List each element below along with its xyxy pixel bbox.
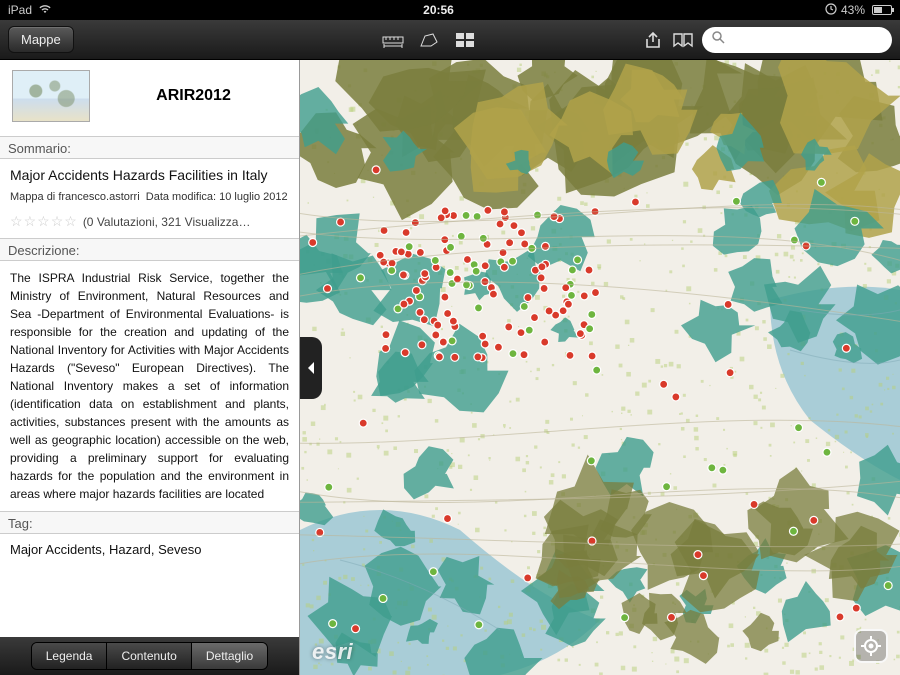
tag-label: Tag: [0,511,299,534]
maps-button[interactable]: Mappe [8,26,74,53]
rating-row: ☆☆☆☆☆ (0 Valutazioni, 321 Visualizza… [10,213,289,230]
measure-area-icon[interactable] [418,31,440,49]
tags-text: Major Accidents, Hazard, Seveso [10,542,289,557]
sidebar-collapse-handle[interactable] [300,337,322,399]
map-subtitle: Major Accidents Hazards Facilities in It… [10,167,289,183]
toolbar: Mappe [0,20,900,60]
detail-tabs: Legenda Contenuto Dettaglio [31,642,268,670]
locate-button[interactable] [854,629,888,663]
esri-attribution: esri [312,639,353,665]
map-view[interactable]: esri [300,60,900,675]
map-thumbnail [12,70,90,122]
summary-label: Sommario: [0,136,299,159]
map-meta: Mappa di francesco.astorri Data modifica… [10,191,289,203]
map-title: ARIR2012 [100,87,287,105]
measure-length-icon[interactable] [382,31,404,49]
share-icon[interactable] [642,31,664,49]
tab-content[interactable]: Contenuto [107,643,191,669]
device-label: iPad [8,3,32,17]
description-label: Descrizione: [0,238,299,261]
sidebar-footer: Legenda Contenuto Dettaglio [0,637,299,675]
rating-text: (0 Valutazioni, 321 Visualizza… [83,215,251,229]
map-canvas[interactable] [300,60,900,675]
status-bar: iPad 20:56 43% [0,0,900,20]
rating-stars[interactable]: ☆☆☆☆☆ [10,213,77,230]
sidebar: ARIR2012 Sommario: Major Accidents Hazar… [0,60,300,675]
search-icon [712,31,725,49]
bookmarks-icon[interactable] [672,31,694,49]
search-input[interactable] [731,32,900,47]
wifi-icon [38,3,52,17]
description-text: The ISPRA Industrial Risk Service, toget… [10,269,289,503]
basemap-icon[interactable] [454,31,476,49]
tab-legend[interactable]: Legenda [32,643,108,669]
battery-pct: 43% [841,3,865,17]
battery-icon [869,5,892,15]
search-box[interactable] [702,27,892,53]
clock: 20:56 [52,3,825,17]
rotation-lock-icon [825,3,837,18]
tab-detail[interactable]: Dettaglio [192,643,267,669]
